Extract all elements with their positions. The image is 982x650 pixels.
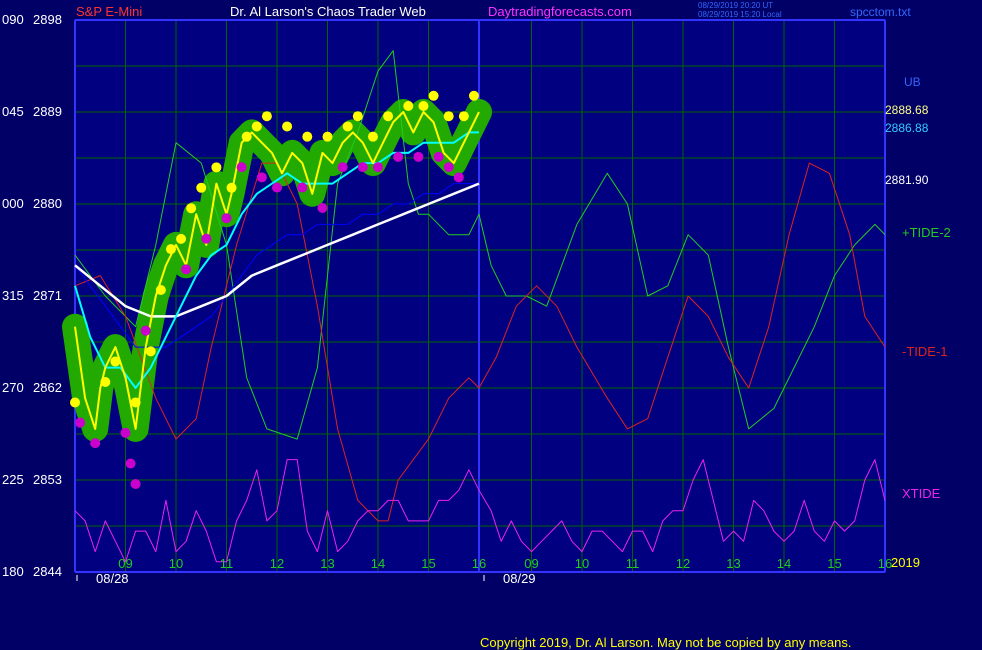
trough-dot — [433, 151, 444, 162]
x-tick-hour: 09 — [524, 556, 538, 571]
x-tick-hour: 13 — [320, 556, 334, 571]
trough-dot — [413, 151, 424, 162]
header-time-local: 08/29/2019 15:20 Local — [698, 10, 782, 19]
price-label: 2886.88 — [885, 121, 929, 135]
x-tick-hour: 09 — [118, 556, 132, 571]
peak-dot — [155, 285, 166, 295]
peak-dot — [282, 121, 293, 132]
trough-dot — [443, 162, 454, 173]
chaos-trader-chart: 180 2844 225 2853 270 2862 315 2871 000 2880 045 28… — [2, 1, 951, 650]
trough-dot — [393, 151, 404, 162]
trough-dot — [201, 233, 212, 244]
copyright: Copyright 2019, Dr. Al Larson. May not b… — [480, 635, 851, 650]
trough-dot — [221, 213, 232, 224]
peak-dot — [428, 90, 439, 101]
x-date-label: 08/29 — [503, 571, 536, 586]
peak-dot — [367, 131, 378, 142]
peak-dot — [342, 121, 353, 132]
x-tick-hour: 12 — [676, 556, 690, 571]
peak-dot — [176, 233, 187, 244]
trough-dot — [373, 162, 383, 173]
trough-dot — [256, 172, 267, 183]
price-label: 2881.90 — [885, 173, 929, 187]
trough-dot — [317, 203, 328, 213]
peak-dot — [458, 111, 469, 122]
x-tick-hour: 12 — [270, 556, 284, 571]
y-tick-price: 2844 — [33, 564, 62, 579]
trough-dot — [75, 417, 86, 428]
peak-dot — [352, 111, 363, 122]
peak-dot — [145, 346, 156, 357]
trough-dot — [272, 182, 282, 193]
peak-dot — [383, 111, 394, 122]
peak-dot — [322, 131, 333, 142]
peak-dot — [100, 377, 111, 387]
y-tick-tide: 000 — [2, 196, 24, 211]
peak-dot — [186, 203, 197, 214]
trough-dot — [453, 172, 464, 183]
trough-dot — [297, 182, 308, 193]
trough-dot — [357, 162, 368, 173]
peak-dot — [226, 182, 237, 193]
price-label: UB — [904, 75, 921, 89]
y-tick-tide: 315 — [2, 288, 24, 303]
peak-dot — [241, 131, 252, 142]
peak-dot — [468, 90, 479, 101]
x-tick-hour: 10 — [575, 556, 589, 571]
x-tick-hour: 13 — [726, 556, 740, 571]
trough-dot — [236, 162, 247, 173]
peak-dot — [403, 101, 414, 111]
trough-dot — [130, 479, 141, 489]
x-tick-hour: 14 — [777, 556, 791, 571]
peak-dot — [165, 244, 176, 255]
y-tick-tide: 045 — [2, 104, 24, 119]
y-tick-tide: 090 — [2, 12, 24, 27]
x-tick-hour: 10 — [169, 556, 183, 571]
peak-dot — [196, 182, 207, 193]
y-tick-price: 2871 — [33, 288, 62, 303]
x-date-label: 08/28 — [96, 571, 129, 586]
x-tick-hour: 15 — [421, 556, 435, 571]
year-label: 2019 — [891, 555, 920, 570]
trough-dot — [125, 458, 136, 469]
y-tick-price: 2862 — [33, 380, 62, 395]
series-label: -TIDE-1 — [902, 344, 948, 359]
header-title: Dr. Al Larson's Chaos Trader Web — [230, 4, 426, 19]
peak-dot — [251, 121, 262, 132]
series-label: XTIDE — [902, 486, 941, 501]
x-tick-hour: 15 — [827, 556, 841, 571]
series-label: +TIDE-2 — [902, 225, 951, 240]
y-tick-price: 2898 — [33, 12, 62, 27]
peak-dot — [211, 162, 222, 173]
peak-dot — [70, 397, 80, 408]
price-label: 2888.68 — [885, 103, 929, 117]
header-site: Daytradingforecasts.com — [488, 4, 632, 19]
x-tick-hour: 11 — [626, 556, 640, 571]
trough-dot — [120, 427, 131, 438]
trough-dot — [140, 325, 151, 336]
x-tick-hour: 11 — [220, 556, 234, 571]
trough-dot — [90, 438, 101, 449]
y-tick-tide: 180 — [2, 564, 24, 579]
peak-dot — [443, 111, 454, 122]
peak-dot — [418, 101, 429, 111]
header-file: spcctom.txt — [850, 5, 911, 19]
header-time-utc: 08/29/2019 20:20 UT — [698, 1, 773, 10]
trough-dot — [181, 264, 192, 275]
peak-dot — [302, 131, 313, 142]
peak-dot — [110, 356, 121, 367]
y-tick-tide: 225 — [2, 472, 24, 487]
y-tick-price: 2853 — [33, 472, 62, 487]
y-tick-tide: 270 — [2, 380, 24, 395]
y-tick-price: 2880 — [33, 196, 62, 211]
trough-dot — [337, 162, 348, 173]
y-tick-price: 2889 — [33, 104, 62, 119]
x-tick-hour: 14 — [371, 556, 385, 571]
peak-dot — [261, 111, 272, 122]
x-tick-hour: 16 — [472, 556, 486, 571]
header-symbol: S&P E-Mini — [76, 4, 142, 19]
peak-dot — [130, 397, 141, 408]
